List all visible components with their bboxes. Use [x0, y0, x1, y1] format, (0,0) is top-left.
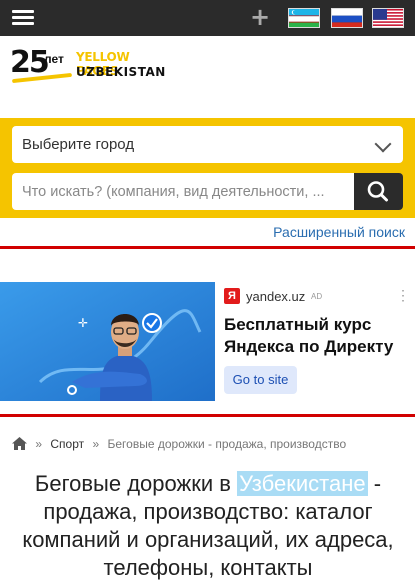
add-company-icon[interactable]: +: [250, 5, 270, 29]
breadcrumb: » Спорт » Беговые дорожки - продажа, про…: [12, 437, 346, 451]
advanced-search-link[interactable]: Расширенный поиск: [273, 224, 405, 240]
page-title: Беговые дорожки в Узбекистане - продажа,…: [14, 470, 402, 582]
breadcrumb-separator: »: [35, 437, 43, 451]
ad-title[interactable]: Бесплатный курс Яндекса по Директу: [224, 314, 412, 358]
chevron-down-icon: [374, 135, 392, 153]
city-select[interactable]: Выберите город: [12, 126, 403, 163]
site-logo[interactable]: 25 лет YELLOW PAGES UZBEKISTAN: [10, 46, 170, 86]
logo-years-suffix: лет: [44, 52, 64, 66]
breadcrumb-item-sport[interactable]: Спорт: [50, 437, 84, 451]
search-icon: [367, 181, 388, 202]
hamburger-menu-icon[interactable]: [12, 10, 34, 26]
home-icon[interactable]: [12, 437, 27, 450]
divider-bottom: [0, 414, 415, 417]
uzbekistan-flag-icon[interactable]: [288, 8, 320, 28]
ad-go-to-site-button[interactable]: Go to site: [224, 366, 297, 394]
yandex-icon: Я: [224, 288, 240, 304]
breadcrumb-current: Беговые дорожки - продажа, производство: [107, 437, 347, 451]
search-input[interactable]: [12, 173, 354, 210]
page-title-highlight: Узбекистане: [237, 471, 368, 496]
russia-flag-icon[interactable]: [331, 8, 363, 28]
usa-flag-icon[interactable]: [372, 8, 404, 28]
svg-text:✛: ✛: [78, 316, 88, 330]
breadcrumb-separator: »: [92, 437, 100, 451]
search-button[interactable]: [354, 173, 403, 210]
logo-brand-line2: UZBEKISTAN: [76, 65, 166, 79]
ad-menu-icon[interactable]: ⋮: [396, 288, 410, 302]
ad-domain: yandex.uz: [246, 289, 306, 304]
top-bar: +: [0, 0, 415, 36]
ad-image[interactable]: ✛: [0, 282, 215, 401]
city-select-value: Выберите город: [22, 136, 135, 153]
page-title-part: Беговые дорожки в: [34, 471, 238, 496]
ad-text-panel[interactable]: Я yandex.uz AD ⋮ Бесплатный курс Яндекса…: [216, 282, 415, 401]
search-panel: Выберите город: [0, 118, 415, 218]
ad-label: AD: [311, 292, 323, 301]
divider-top: [0, 246, 415, 249]
ad-banner[interactable]: ✛ Я yandex.uz AD ⋮ Бесплатный курс Яндек…: [0, 282, 415, 401]
